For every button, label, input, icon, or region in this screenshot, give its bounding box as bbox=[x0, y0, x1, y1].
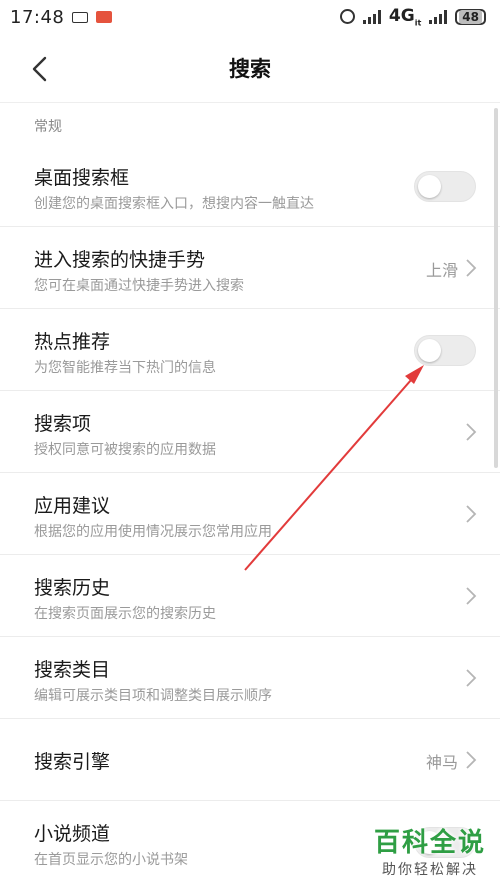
scrollbar[interactable] bbox=[494, 108, 498, 468]
setting-title: 搜索历史 bbox=[34, 577, 111, 599]
title-bar: 搜索 bbox=[0, 34, 500, 103]
settings-list: 桌面搜索框 创建您的桌面搜索框入口，想搜内容一触直达 进入搜索的快捷手势 您可在… bbox=[0, 145, 500, 883]
back-arrow-icon bbox=[32, 56, 47, 82]
setting-title: 搜索引擎 bbox=[34, 751, 111, 773]
setting-shortcut-gesture[interactable]: 进入搜索的快捷手势 您可在桌面通过快捷手势进入搜索 上滑 bbox=[0, 227, 500, 309]
chevron-right-icon bbox=[466, 587, 477, 605]
chevron-right-icon bbox=[466, 669, 477, 687]
setting-subtitle: 授权同意可被搜索的应用数据 bbox=[34, 442, 216, 458]
setting-search-history[interactable]: 搜索历史 在搜索页面展示您的搜索历史 bbox=[0, 555, 500, 637]
setting-subtitle: 在搜索页面展示您的搜索历史 bbox=[34, 606, 216, 622]
setting-search-categories[interactable]: 搜索类目 编辑可展示类目项和调整类目展示顺序 bbox=[0, 637, 500, 719]
signal-icon bbox=[362, 9, 381, 24]
chevron-right-icon bbox=[466, 259, 477, 277]
watermark-title: 百科全说 bbox=[373, 828, 486, 858]
section-label: 常规 bbox=[34, 119, 62, 135]
setting-title: 小说频道 bbox=[34, 823, 111, 845]
chevron-right-icon bbox=[466, 505, 477, 523]
setting-subtitle: 为您智能推荐当下热门的信息 bbox=[34, 360, 216, 376]
setting-subtitle: 在首页显示您的小说书架 bbox=[34, 852, 188, 868]
setting-value: 上滑 bbox=[425, 261, 458, 280]
hot-recommend-toggle[interactable] bbox=[414, 335, 476, 366]
notification-icon bbox=[96, 11, 113, 23]
setting-subtitle: 您可在桌面通过快捷手势进入搜索 bbox=[34, 278, 244, 294]
back-button[interactable] bbox=[22, 52, 56, 86]
setting-title: 热点推荐 bbox=[34, 331, 111, 353]
watermark: 百科全说 助你轻松解决 bbox=[374, 822, 486, 879]
status-right: 4Git 48 bbox=[339, 6, 486, 28]
status-left: 17:48 bbox=[10, 6, 113, 28]
chevron-right-icon bbox=[466, 751, 477, 769]
chevron-right-icon bbox=[466, 423, 477, 441]
network-type: 4Git bbox=[388, 6, 422, 28]
status-time: 17:48 bbox=[10, 6, 65, 28]
setting-title: 搜索类目 bbox=[34, 659, 111, 681]
setting-subtitle: 创建您的桌面搜索框入口，想搜内容一触直达 bbox=[34, 196, 314, 212]
setting-subtitle: 根据您的应用使用情况展示您常用应用 bbox=[34, 524, 272, 540]
sim-card-icon bbox=[72, 11, 89, 23]
signal-icon-2 bbox=[429, 9, 448, 24]
setting-title: 搜索项 bbox=[34, 413, 92, 435]
setting-hot-recommend[interactable]: 热点推荐 为您智能推荐当下热门的信息 bbox=[0, 309, 500, 391]
watermark-subtitle: 助你轻松解决 bbox=[381, 862, 478, 878]
battery-level: 48 bbox=[459, 9, 482, 24]
setting-title: 桌面搜索框 bbox=[34, 167, 130, 189]
alarm-icon bbox=[339, 9, 355, 25]
setting-search-engine[interactable]: 搜索引擎 神马 bbox=[0, 719, 500, 801]
setting-app-suggestions[interactable]: 应用建议 根据您的应用使用情况展示您常用应用 bbox=[0, 473, 500, 555]
desktop-search-toggle[interactable] bbox=[414, 171, 476, 202]
battery-icon: 48 bbox=[455, 8, 486, 25]
status-bar: 17:48 4Git 48 bbox=[0, 0, 500, 34]
setting-subtitle: 编辑可展示类目项和调整类目展示顺序 bbox=[34, 688, 272, 704]
setting-value: 神马 bbox=[425, 753, 458, 772]
setting-title: 进入搜索的快捷手势 bbox=[34, 249, 206, 271]
page-title: 搜索 bbox=[229, 57, 271, 81]
setting-desktop-search-box[interactable]: 桌面搜索框 创建您的桌面搜索框入口，想搜内容一触直达 bbox=[0, 145, 500, 227]
toggle-knob bbox=[418, 339, 441, 362]
setting-title: 应用建议 bbox=[34, 495, 111, 517]
setting-search-items[interactable]: 搜索项 授权同意可被搜索的应用数据 bbox=[0, 391, 500, 473]
toggle-knob bbox=[418, 175, 441, 198]
